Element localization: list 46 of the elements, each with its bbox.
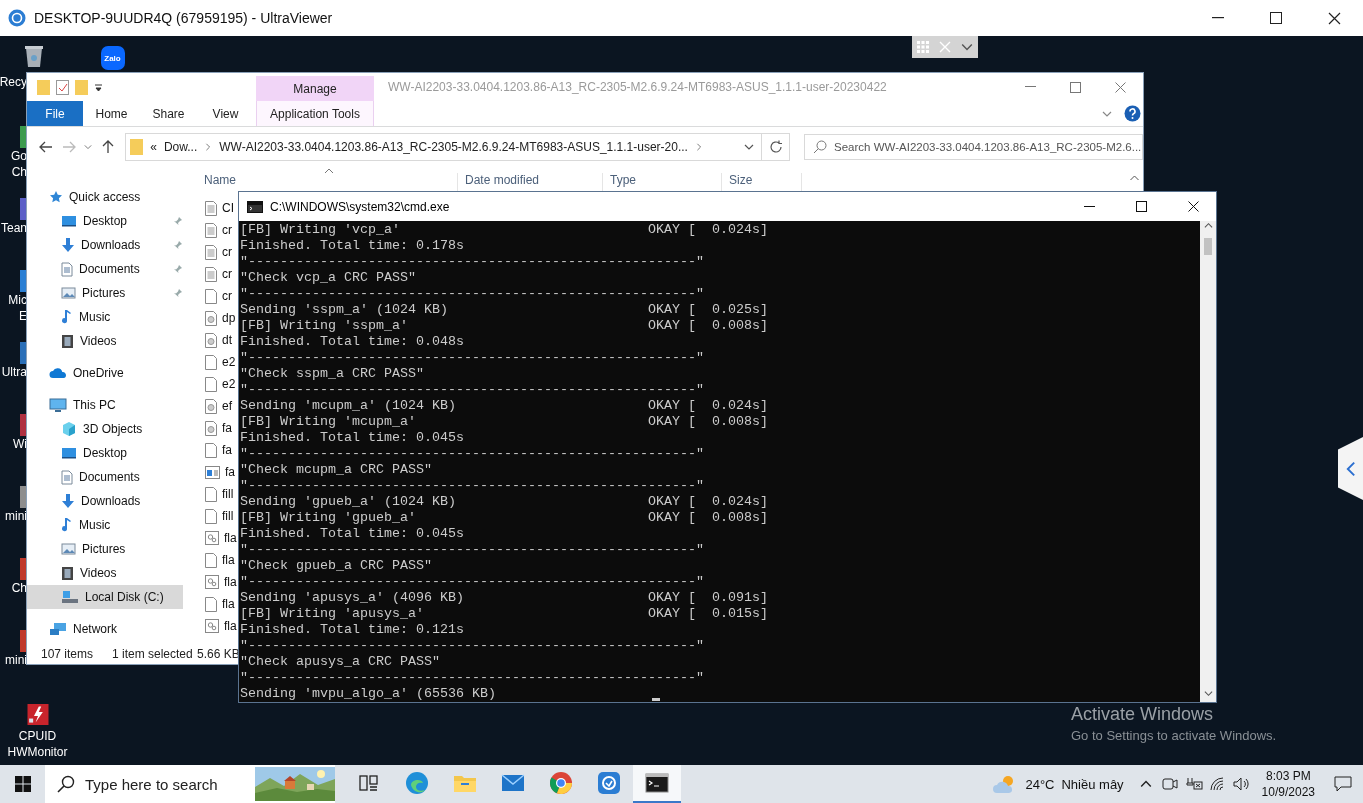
console-line: "--------------------------------------------------------" — [240, 574, 704, 590]
console-status: OKAY [ 0.091s] — [648, 590, 768, 606]
console-line: [FB] Writing 'sspm_a' — [240, 318, 408, 334]
console-line: Finished. Total time: 0.045s — [240, 430, 464, 446]
console-line: Sending 'gpueb_a' (1024 KB) — [240, 494, 456, 510]
console-line: Finished. Total time: 0.048s — [240, 334, 464, 350]
item-count: 107 items — [41, 647, 95, 661]
console-line: "--------------------------------------------------------" — [240, 350, 704, 366]
console-line: Sending 'apusys_a' (4096 KB) — [240, 590, 464, 606]
console-line: Finished. Total time: 0.121s — [240, 622, 464, 638]
window-title: DESKTOP-9UUDR4Q (67959195) - UltraViewer — [34, 10, 334, 26]
console-status: OKAY [ 0.015s] — [648, 606, 768, 622]
console-status: OKAY [ 0.025s] — [648, 302, 768, 318]
console-line: Sending 'mcupm_a' (1024 KB) — [240, 398, 456, 414]
console-line: Sending 'sspm_a' (1024 KB) — [240, 302, 448, 318]
console-line: "Check apusys_a CRC PASS" — [240, 654, 440, 670]
console-line: "--------------------------------------------------------" — [240, 542, 704, 558]
console-line: "Check sspm_a CRC PASS" — [240, 366, 424, 382]
console-line: "Check vcp_a CRC PASS" — [240, 270, 416, 286]
console-line: [FB] Writing 'apusys_a' — [240, 606, 424, 622]
console-line: "Check gpueb_a CRC PASS" — [240, 558, 432, 574]
console-status: OKAY [ 0.008s] — [648, 414, 768, 430]
console-line: "--------------------------------------------------------" — [240, 286, 704, 302]
window-title: WW-AI2203-33.0404.1203.86-A13_RC-2305-M2.6.9.24-MT6983-ASUS_1.1.1-user-20230422 — [388, 80, 888, 94]
console-line: Finished. Total time: 0.045s — [240, 526, 464, 542]
console-line: "--------------------------------------------------------" — [240, 446, 704, 462]
console-line: Sending 'mvpu_algo_a' (65536 KB) — [240, 686, 496, 702]
console-line: "--------------------------------------------------------" — [240, 382, 704, 398]
console-status: OKAY [ 0.008s] — [648, 510, 768, 526]
activation-title: Activate Windows — [1071, 704, 1215, 725]
console-line: [FB] Writing 'vcp_a' — [240, 222, 400, 238]
console-status: OKAY [ 0.024s] — [648, 222, 768, 238]
console-status: OKAY [ 0.008s] — [648, 318, 768, 334]
console-line: [FB] Writing 'gpueb_a' — [240, 510, 416, 526]
window-title: C:\WINDOWS\system32\cmd.exe — [270, 199, 451, 214]
console-line: [FB] Writing 'mcupm_a' — [240, 414, 416, 430]
activation-hint: Go to Settings to activate Windows. — [1071, 728, 1277, 743]
console-status: OKAY [ 0.024s] — [648, 494, 768, 510]
console-status: OKAY [ 0.024s] — [648, 398, 768, 414]
console-line: "Check mcupm_a CRC PASS" — [240, 462, 432, 478]
console-line: "--------------------------------------------------------" — [240, 638, 704, 654]
console-line: "--------------------------------------------------------" — [240, 478, 704, 494]
console-line: "--------------------------------------------------------" — [240, 254, 704, 270]
selection-info: 1 item selected — [112, 647, 194, 661]
console-line: Finished. Total time: 0.178s — [240, 238, 464, 254]
console-line: "--------------------------------------------------------" — [240, 670, 704, 686]
